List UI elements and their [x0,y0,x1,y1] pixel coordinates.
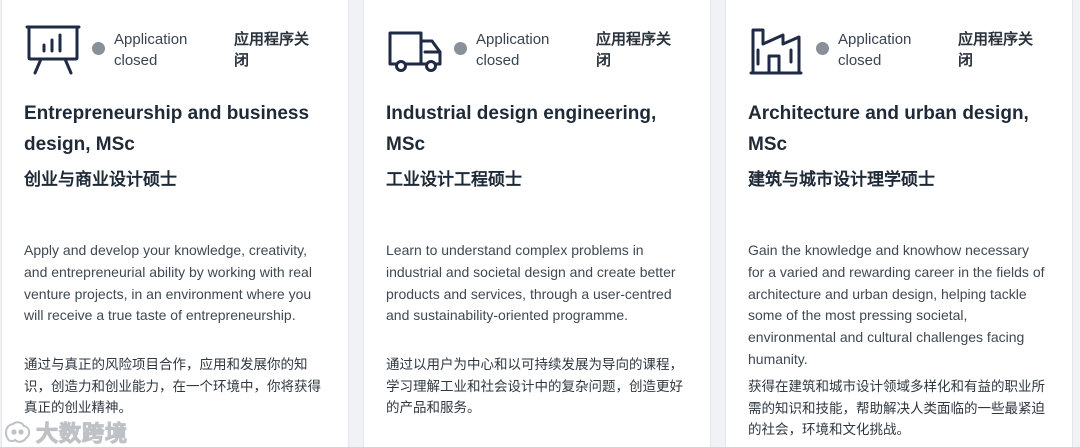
status-label-zh: 应用程序关闭 [958,30,1034,69]
program-title[interactable]: Entrepreneurship and business design, MS… [24,98,334,160]
status-dot [92,42,105,55]
program-description: Apply and develop your knowledge, creati… [24,242,312,324]
watermark-text: 大数跨境 [35,422,129,447]
program-title[interactable]: Industrial design engineering, MSc [386,98,696,160]
status-label: Application closed [838,31,912,69]
presentation-chart-icon [25,24,83,76]
program-title-zh: 工业设计工程硕士 [386,170,522,190]
status-dot [816,42,829,55]
status-label-zh: 应用程序关闭 [596,30,672,69]
program-description-zh: 获得在建筑和城市设计领域多样化和有益的职业所需的知识和技能，帮助解决人类面临的一… [748,379,1045,438]
program-description: Learn to understand complex problems in … [386,242,676,324]
application-status: Application closed [816,29,948,71]
watermark: 大数跨境 [2,416,128,447]
application-status: Application closed [92,29,224,71]
status-label: Application closed [114,31,188,69]
application-status: Application closed [454,29,586,71]
program-title-zh: 建筑与城市设计理学硕士 [748,170,935,190]
program-card-industrial-design[interactable]: Application closed 应用程序关闭 Industrial des… [363,0,711,447]
truck-icon [387,24,445,76]
program-description-zh: 通过与真正的风险项目合作，应用和发展你的知识，创造力和创业能力，在一个环境中，你… [24,357,321,416]
program-description: Gain the knowledge and knowhow necessary… [748,242,1045,367]
program-description-zh: 通过以用户为中心和以可持续发展为导向的课程，学习理解工业和社会设计中的复杂问题，… [386,357,683,416]
building-icon [749,24,807,76]
program-title-zh: 创业与商业设计硕士 [24,170,177,190]
program-card-entrepreneurship[interactable]: Application closed 应用程序关闭 Entrepreneursh… [1,0,349,447]
status-label-zh: 应用程序关闭 [234,30,310,69]
status-label: Application closed [476,31,550,69]
watermark-logo-icon [4,421,31,443]
program-card-architecture[interactable]: Application closed 应用程序关闭 Architecture a… [725,0,1073,447]
program-title[interactable]: Architecture and urban design, MSc [748,98,1058,160]
status-dot [454,42,467,55]
